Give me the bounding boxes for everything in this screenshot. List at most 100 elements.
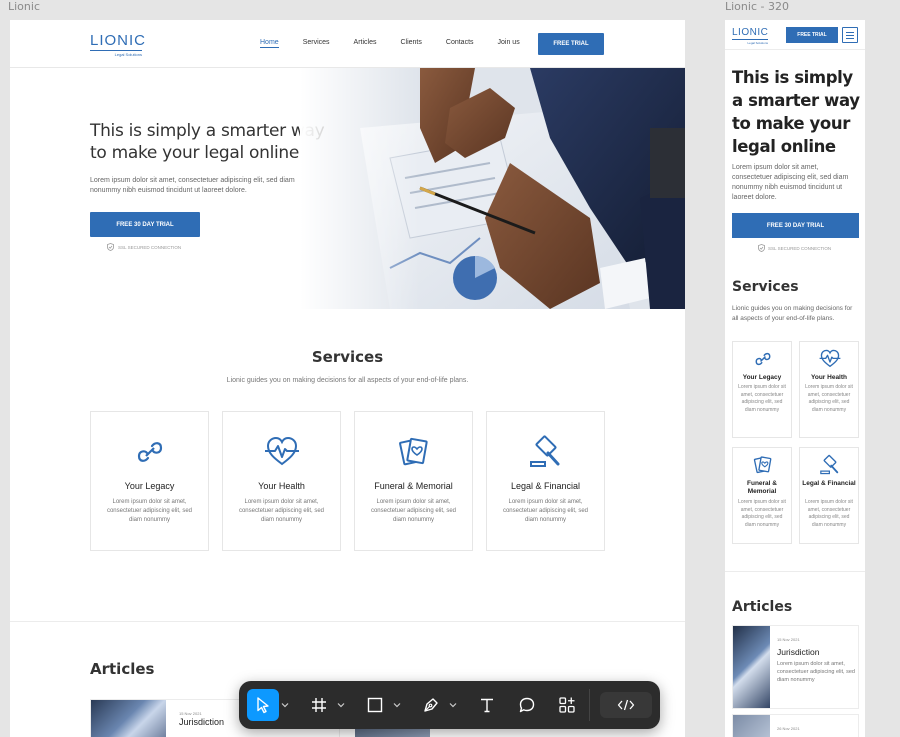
article-date: 26 Nov 2021 [777,726,800,731]
frame-hash-icon [312,698,326,712]
service-card-legal[interactable]: Legal & Financial Lorem ipsum dolor sit … [486,411,605,551]
mobile-service-card-text: Lorem ipsum dolor sit amet, consectetuer… [738,499,786,528]
mobile-frame[interactable]: LIONIC Legal Solutions FREE TRIAL This i… [725,20,865,737]
service-card-title: Your Health [258,481,305,491]
mobile-hero-title: This is simply a smarter way to make you… [732,68,860,156]
nav-link-services[interactable]: Services [303,39,330,48]
frame-tool-button[interactable] [303,689,335,721]
mobile-hero-text: Lorem ipsum dolor sit amet, consectetuer… [732,164,849,201]
comment-bubble-icon [519,697,535,713]
hero-image [300,68,685,309]
nav-link-clients[interactable]: Clients [400,39,421,48]
mobile-header: LIONIC Legal Solutions FREE TRIAL [725,20,865,50]
logo-tagline: Legal Solutions [747,41,768,45]
article-date: 15 Nov 2021 [179,711,202,716]
code-brackets-icon [617,699,635,711]
hero-section: This is simply a smarter way to make you… [10,68,685,309]
mobile-service-card-legacy[interactable]: Your Legacy Lorem ipsum dolor sit amet, … [732,341,792,438]
gavel-icon [530,435,560,467]
chevron-down-icon [449,703,457,708]
services-subtitle: Lionic guides you on making decisions fo… [226,377,469,384]
article-title: Jurisdiction [777,647,820,657]
mobile-section-divider [725,571,865,572]
service-card-title: Legal & Financial [510,481,581,491]
dev-mode-toggle[interactable] [600,692,652,718]
services-cards: Your Legacy Lorem ipsum dolor sit amet, … [90,411,618,551]
hero-text: Lorem ipsum dolor sit amet, consectetuer… [90,177,295,194]
service-card-text: Lorem ipsum dolor sit amet, consectetuer… [370,499,457,523]
article-thumbnail [733,626,770,708]
service-card-text: Lorem ipsum dolor sit amet, consectetuer… [106,499,193,523]
comment-tool-button[interactable] [511,689,543,721]
logo-name: LIONIC [732,27,769,38]
mobile-service-card-title: Legal & Financial [802,480,856,487]
mobile-free-trial-button[interactable]: FREE TRIAL [786,27,838,43]
pen-tool-dropdown[interactable] [447,689,459,721]
service-card-title: Your Legacy [124,481,175,491]
shape-tool-dropdown[interactable] [391,689,403,721]
desktop-frame[interactable]: LIONIC Legal Solutions Home Services Art… [10,20,685,737]
mobile-service-card-health[interactable]: Your Health Lorem ipsum dolor sit amet, … [799,341,859,438]
pen-nib-icon [424,698,438,712]
menu-bar [846,34,854,36]
frame-label-desktop[interactable]: Lionic [8,0,40,13]
mobile-article-card[interactable]: 15 Nov 2021 Jurisdiction Lorem ipsum dol… [732,625,859,709]
mobile-service-card-legal[interactable]: Legal & Financial Lorem ipsum dolor sit … [799,447,859,544]
nav-link-contacts[interactable]: Contacts [446,39,474,48]
rectangle-tool-button[interactable] [359,689,391,721]
logo-tagline: Legal Solutions [114,52,142,57]
text-tool-button[interactable] [471,689,503,721]
menu-bar [846,37,854,39]
mobile-free-30-day-trial-button[interactable]: FREE 30 DAY TRIAL [732,213,859,238]
mobile-service-card-funeral[interactable]: Funeral & Memorial Lorem ipsum dolor sit… [732,447,792,544]
nav-link-join-us[interactable]: Join us [498,39,520,48]
move-tool-dropdown[interactable] [279,689,291,721]
free-30-day-trial-button[interactable]: FREE 30 DAY TRIAL [90,212,200,237]
cursor-arrow-icon [257,697,269,714]
text-t-icon [481,698,493,713]
design-toolbar [239,681,660,729]
move-tool-button[interactable] [247,689,279,721]
frame-tool-dropdown[interactable] [335,689,347,721]
shield-check-icon [107,243,114,251]
hero-photo-illustration [300,68,685,309]
memorial-cards-icon [753,456,772,474]
infinity-icon [137,442,163,462]
mobile-logo[interactable]: LIONIC Legal Solutions [732,27,768,45]
nav-link-home[interactable]: Home [260,39,279,48]
article-date: 15 Nov 2021 [777,637,800,642]
memorial-cards-icon [399,437,428,466]
service-card-title: Funeral & Memorial [374,481,453,491]
main-nav: Home Services Articles Clients Contacts … [260,39,544,48]
mobile-services-cards: Your Legacy Lorem ipsum dolor sit amet, … [732,341,860,544]
mobile-service-card-text: Lorem ipsum dolor sit amet, consectetuer… [805,384,853,413]
mobile-ssl-badge: SSL SECURED CONNECTION [758,244,831,252]
site-logo[interactable]: LIONIC Legal Solutions [90,33,146,57]
service-card-funeral[interactable]: Funeral & Memorial Lorem ipsum dolor sit… [354,411,473,551]
pen-tool-button[interactable] [415,689,447,721]
logo-name: LIONIC [90,32,147,49]
service-card-legacy[interactable]: Your Legacy Lorem ipsum dolor sit amet, … [90,411,209,551]
ssl-text: SSL SECURED CONNECTION [768,245,832,251]
rectangle-icon [367,697,383,713]
actions-tool-button[interactable] [551,689,583,721]
mobile-services-title: Services [732,279,799,295]
mobile-service-card-title: Funeral & Memorial [747,480,777,495]
mobile-article-card-2[interactable]: 26 Nov 2021 [732,714,859,737]
logo-underline [732,39,768,40]
nav-link-articles[interactable]: Articles [354,39,377,48]
mobile-service-card-text: Lorem ipsum dolor sit amet, consectetuer… [805,499,853,528]
frame-label-mobile[interactable]: Lionic - 320 [725,0,789,13]
service-card-health[interactable]: Your Health Lorem ipsum dolor sit amet, … [222,411,341,551]
mobile-service-card-title: Your Legacy [742,374,782,381]
gavel-icon [820,454,839,475]
shield-check-icon [758,244,765,252]
site-header: LIONIC Legal Solutions Home Services Art… [10,20,685,68]
free-trial-button[interactable]: FREE TRIAL [538,33,604,55]
service-card-text: Lorem ipsum dolor sit amet, consectetuer… [238,499,325,523]
mobile-articles-title: Articles [732,599,793,615]
hamburger-menu-icon[interactable] [842,27,858,43]
toolbar-separator [589,689,590,721]
ssl-text: SSL SECURED CONNECTION [118,244,182,250]
mobile-services-subtitle: Lionic guides you on making decisions fo… [732,305,853,322]
